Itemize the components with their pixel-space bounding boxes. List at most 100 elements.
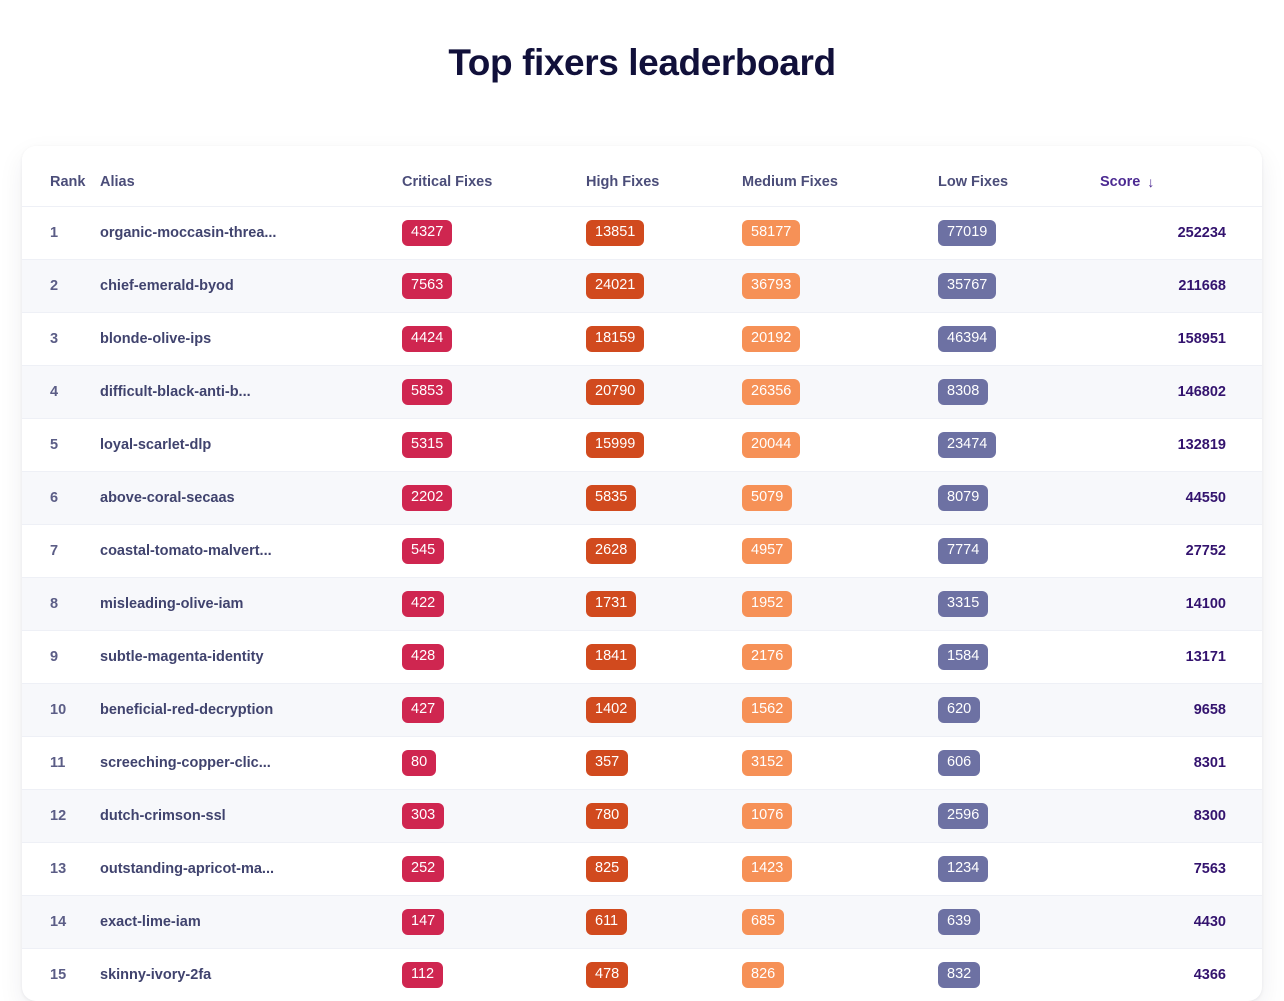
cell-score: 158951: [1090, 313, 1262, 366]
cell-high: 1402: [586, 684, 742, 737]
cell-score: 4366: [1090, 949, 1262, 1001]
cell-critical: 5315: [402, 419, 586, 472]
table-row[interactable]: 8misleading-olive-iam4221731195233151410…: [22, 578, 1262, 631]
table-row[interactable]: 5loyal-scarlet-dlp5315159992004423474132…: [22, 419, 1262, 472]
cell-alias: misleading-olive-iam: [100, 578, 402, 631]
table-row[interactable]: 15skinny-ivory-2fa1124788268324366: [22, 949, 1262, 1001]
cell-high-badge: 1402: [586, 697, 636, 722]
cell-critical-badge: 2202: [402, 485, 452, 510]
cell-medium: 1952: [742, 578, 938, 631]
cell-low-badge: 2596: [938, 803, 988, 828]
cell-critical-badge: 5853: [402, 379, 452, 404]
cell-alias: subtle-magenta-identity: [100, 631, 402, 684]
cell-alias: organic-moccasin-threa...: [100, 207, 402, 260]
cell-rank: 7: [22, 525, 100, 578]
cell-medium-badge: 1076: [742, 803, 792, 828]
cell-medium: 3152: [742, 737, 938, 790]
cell-rank: 2: [22, 260, 100, 313]
cell-low: 2596: [938, 790, 1090, 843]
column-header-rank[interactable]: Rank: [22, 146, 100, 207]
cell-critical: 2202: [402, 472, 586, 525]
cell-rank: 11: [22, 737, 100, 790]
cell-score: 146802: [1090, 366, 1262, 419]
cell-low-badge: 606: [938, 750, 980, 775]
cell-rank: 10: [22, 684, 100, 737]
cell-medium: 20044: [742, 419, 938, 472]
cell-score: 8301: [1090, 737, 1262, 790]
cell-rank: 13: [22, 843, 100, 896]
cell-high: 478: [586, 949, 742, 1001]
table-header: Rank Alias Critical Fixes High Fixes Med…: [22, 146, 1262, 207]
cell-rank: 6: [22, 472, 100, 525]
table-row[interactable]: 3blonde-olive-ips44241815920192463941589…: [22, 313, 1262, 366]
table-row[interactable]: 6above-coral-secaas220258355079807944550: [22, 472, 1262, 525]
cell-rank: 9: [22, 631, 100, 684]
column-header-medium[interactable]: Medium Fixes: [742, 146, 938, 207]
cell-critical-badge: 4424: [402, 326, 452, 351]
cell-low: 77019: [938, 207, 1090, 260]
cell-critical: 545: [402, 525, 586, 578]
cell-medium-badge: 4957: [742, 538, 792, 563]
cell-medium-badge: 3152: [742, 750, 792, 775]
cell-medium: 36793: [742, 260, 938, 313]
cell-low: 1584: [938, 631, 1090, 684]
table-row[interactable]: 7coastal-tomato-malvert...54526284957777…: [22, 525, 1262, 578]
cell-medium: 2176: [742, 631, 938, 684]
table-row[interactable]: 10beneficial-red-decryption4271402156262…: [22, 684, 1262, 737]
cell-critical-badge: 303: [402, 803, 444, 828]
cell-medium-badge: 20044: [742, 432, 800, 457]
cell-medium: 58177: [742, 207, 938, 260]
cell-critical: 422: [402, 578, 586, 631]
page-title: Top fixers leaderboard: [0, 0, 1284, 118]
cell-critical: 4327: [402, 207, 586, 260]
cell-high-badge: 357: [586, 750, 628, 775]
cell-alias: outstanding-apricot-ma...: [100, 843, 402, 896]
column-header-low[interactable]: Low Fixes: [938, 146, 1090, 207]
cell-rank: 12: [22, 790, 100, 843]
column-header-score[interactable]: Score↓: [1090, 146, 1262, 207]
cell-high: 2628: [586, 525, 742, 578]
cell-medium-badge: 58177: [742, 220, 800, 245]
cell-low: 8079: [938, 472, 1090, 525]
cell-critical-badge: 545: [402, 538, 444, 563]
cell-low-badge: 46394: [938, 326, 996, 351]
cell-score: 132819: [1090, 419, 1262, 472]
cell-high-badge: 13851: [586, 220, 644, 245]
cell-rank: 8: [22, 578, 100, 631]
cell-critical-badge: 4327: [402, 220, 452, 245]
cell-critical: 427: [402, 684, 586, 737]
column-header-high[interactable]: High Fixes: [586, 146, 742, 207]
cell-score: 27752: [1090, 525, 1262, 578]
cell-low: 639: [938, 896, 1090, 949]
cell-critical: 4424: [402, 313, 586, 366]
cell-alias: dutch-crimson-ssl: [100, 790, 402, 843]
cell-critical-badge: 428: [402, 644, 444, 669]
table-row[interactable]: 1organic-moccasin-threa...4327 13851 58177…: [22, 207, 1262, 260]
cell-critical: 428: [402, 631, 586, 684]
cell-medium: 26356: [742, 366, 938, 419]
cell-critical: 252: [402, 843, 586, 896]
cell-rank: 1: [22, 207, 100, 260]
cell-low: 3315: [938, 578, 1090, 631]
table-row[interactable]: 13outstanding-apricot-ma...2528251423123…: [22, 843, 1262, 896]
cell-medium: 826: [742, 949, 938, 1001]
table-row[interactable]: 14exact-lime-iam1476116856394430: [22, 896, 1262, 949]
cell-medium: 5079: [742, 472, 938, 525]
cell-medium-badge: 36793: [742, 273, 800, 298]
cell-critical-badge: 80: [402, 750, 436, 775]
table-row[interactable]: 12dutch-crimson-ssl303780107625968300: [22, 790, 1262, 843]
cell-high-badge: 780: [586, 803, 628, 828]
cell-medium-badge: 1952: [742, 591, 792, 616]
cell-alias: skinny-ivory-2fa: [100, 949, 402, 1001]
cell-high: 24021: [586, 260, 742, 313]
table-row[interactable]: 11screeching-copper-clic...8035731526068…: [22, 737, 1262, 790]
cell-medium-badge: 2176: [742, 644, 792, 669]
table-row[interactable]: 2chief-emerald-byod756324021367933576721…: [22, 260, 1262, 313]
cell-alias: difficult-black-anti-b...: [100, 366, 402, 419]
cell-critical-badge: 252: [402, 856, 444, 881]
table-row[interactable]: 4difficult-black-anti-b...58532079026356…: [22, 366, 1262, 419]
table-body: 1organic-moccasin-threa...4327 13851 58177…: [22, 207, 1262, 1001]
column-header-critical[interactable]: Critical Fixes: [402, 146, 586, 207]
column-header-alias[interactable]: Alias: [100, 146, 402, 207]
table-row[interactable]: 9subtle-magenta-identity4281841217615841…: [22, 631, 1262, 684]
